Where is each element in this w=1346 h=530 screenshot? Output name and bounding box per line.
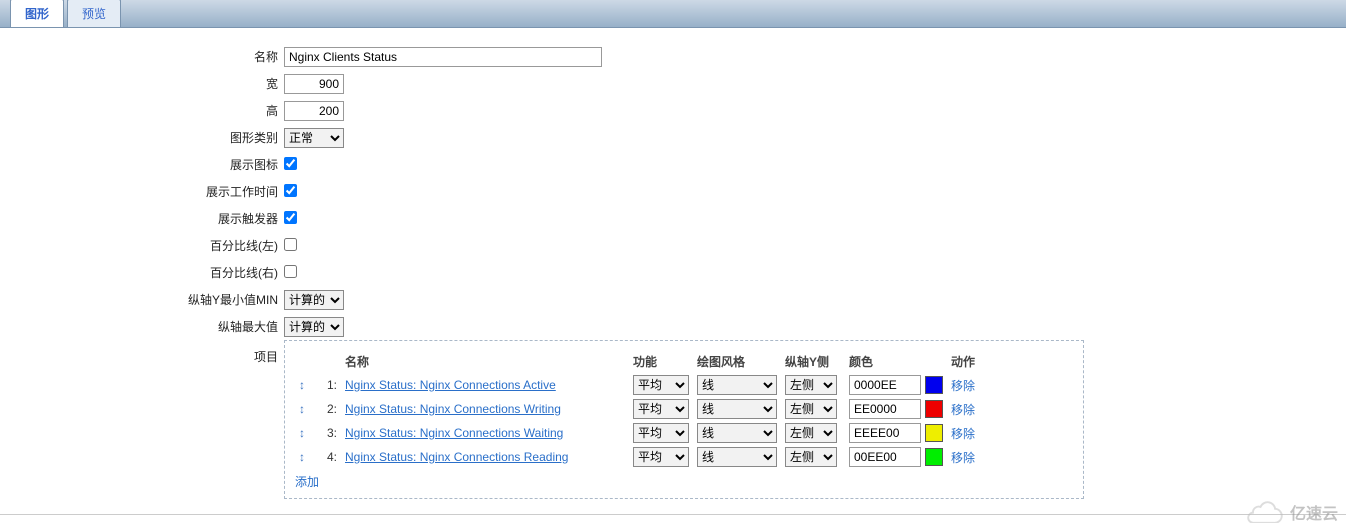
item-func-select[interactable]: 平均 <box>633 423 689 443</box>
item-yside-select[interactable]: 左侧 <box>785 447 837 467</box>
drag-handle-icon[interactable]: ↕ <box>299 378 305 392</box>
drag-handle-icon[interactable]: ↕ <box>299 402 305 416</box>
tab-preview[interactable]: 预览 <box>67 0 121 27</box>
item-name-link[interactable]: Nginx Status: Nginx Connections Waiting <box>345 426 563 440</box>
item-index: 4: <box>317 450 337 464</box>
item-style-select[interactable]: 线 <box>697 375 777 395</box>
remove-link[interactable]: 移除 <box>951 379 975 393</box>
label-percent-left: 百分比线(左) <box>0 237 284 254</box>
item-color-input[interactable] <box>849 399 921 419</box>
color-swatch[interactable] <box>925 400 943 418</box>
color-swatch[interactable] <box>925 376 943 394</box>
item-name-link[interactable]: Nginx Status: Nginx Connections Writing <box>345 402 561 416</box>
table-row: ↕ 4: Nginx Status: Nginx Connections Readi… <box>295 445 1073 469</box>
color-swatch[interactable] <box>925 424 943 442</box>
show-worktime-checkbox[interactable] <box>284 184 297 197</box>
item-style-select[interactable]: 线 <box>697 447 777 467</box>
label-ymin: 纵轴Y最小值MIN <box>0 291 284 308</box>
width-input[interactable] <box>284 74 344 94</box>
item-yside-select[interactable]: 左侧 <box>785 399 837 419</box>
item-yside-select[interactable]: 左侧 <box>785 375 837 395</box>
item-yside-select[interactable]: 左侧 <box>785 423 837 443</box>
item-index: 3: <box>317 426 337 440</box>
label-name: 名称 <box>0 48 284 65</box>
label-items: 项目 <box>0 340 284 365</box>
tab-graph[interactable]: 图形 <box>10 0 64 27</box>
item-func-select[interactable]: 平均 <box>633 375 689 395</box>
item-index: 1: <box>317 378 337 392</box>
graph-type-select[interactable]: 正常 <box>284 128 344 148</box>
percent-left-checkbox[interactable] <box>284 238 297 251</box>
label-ymax: 纵轴最大值 <box>0 318 284 335</box>
show-legend-checkbox[interactable] <box>284 157 297 170</box>
item-func-select[interactable]: 平均 <box>633 447 689 467</box>
items-header-color: 颜色 <box>849 353 943 370</box>
label-width: 宽 <box>0 75 284 92</box>
items-header-name: 名称 <box>345 353 625 370</box>
remove-link[interactable]: 移除 <box>951 427 975 441</box>
item-color-input[interactable] <box>849 423 921 443</box>
drag-handle-icon[interactable]: ↕ <box>299 450 305 464</box>
label-show-triggers: 展示触发器 <box>0 210 284 227</box>
items-header-yside: 纵轴Y侧 <box>785 353 841 370</box>
percent-right-checkbox[interactable] <box>284 265 297 278</box>
item-func-select[interactable]: 平均 <box>633 399 689 419</box>
items-box: 名称 功能 绘图风格 纵轴Y侧 颜色 动作 ↕ 1: Nginx Status: N… <box>284 340 1084 499</box>
ymin-select[interactable]: 计算的 <box>284 290 344 310</box>
show-triggers-checkbox[interactable] <box>284 211 297 224</box>
watermark: 亿速云 <box>1246 500 1338 524</box>
item-color-input[interactable] <box>849 375 921 395</box>
label-graph-type: 图形类别 <box>0 129 284 146</box>
form-area: 名称 宽 高 图形类别 正常 展示图标 展示工作时间 展示触发器 <box>0 28 1346 515</box>
items-header-func: 功能 <box>633 353 689 370</box>
item-index: 2: <box>317 402 337 416</box>
add-item-link[interactable]: 添加 <box>295 475 319 489</box>
height-input[interactable] <box>284 101 344 121</box>
label-show-worktime: 展示工作时间 <box>0 183 284 200</box>
table-row: ↕ 2: Nginx Status: Nginx Connections Writi… <box>295 397 1073 421</box>
ymax-select[interactable]: 计算的 <box>284 317 344 337</box>
label-percent-right: 百分比线(右) <box>0 264 284 281</box>
remove-link[interactable]: 移除 <box>951 403 975 417</box>
cloud-icon <box>1246 501 1284 523</box>
drag-handle-icon[interactable]: ↕ <box>299 426 305 440</box>
label-show-legend: 展示图标 <box>0 156 284 173</box>
label-height: 高 <box>0 102 284 119</box>
name-input[interactable] <box>284 47 602 67</box>
item-style-select[interactable]: 线 <box>697 399 777 419</box>
item-style-select[interactable]: 线 <box>697 423 777 443</box>
table-row: ↕ 3: Nginx Status: Nginx Connections Waiti… <box>295 421 1073 445</box>
remove-link[interactable]: 移除 <box>951 451 975 465</box>
item-name-link[interactable]: Nginx Status: Nginx Connections Reading <box>345 450 568 464</box>
tab-bar: 图形 预览 <box>0 0 1346 28</box>
color-swatch[interactable] <box>925 448 943 466</box>
items-header-style: 绘图风格 <box>697 353 777 370</box>
table-row: ↕ 1: Nginx Status: Nginx Connections Activ… <box>295 373 1073 397</box>
items-header-action: 动作 <box>951 353 991 370</box>
item-color-input[interactable] <box>849 447 921 467</box>
item-name-link[interactable]: Nginx Status: Nginx Connections Active <box>345 378 556 392</box>
